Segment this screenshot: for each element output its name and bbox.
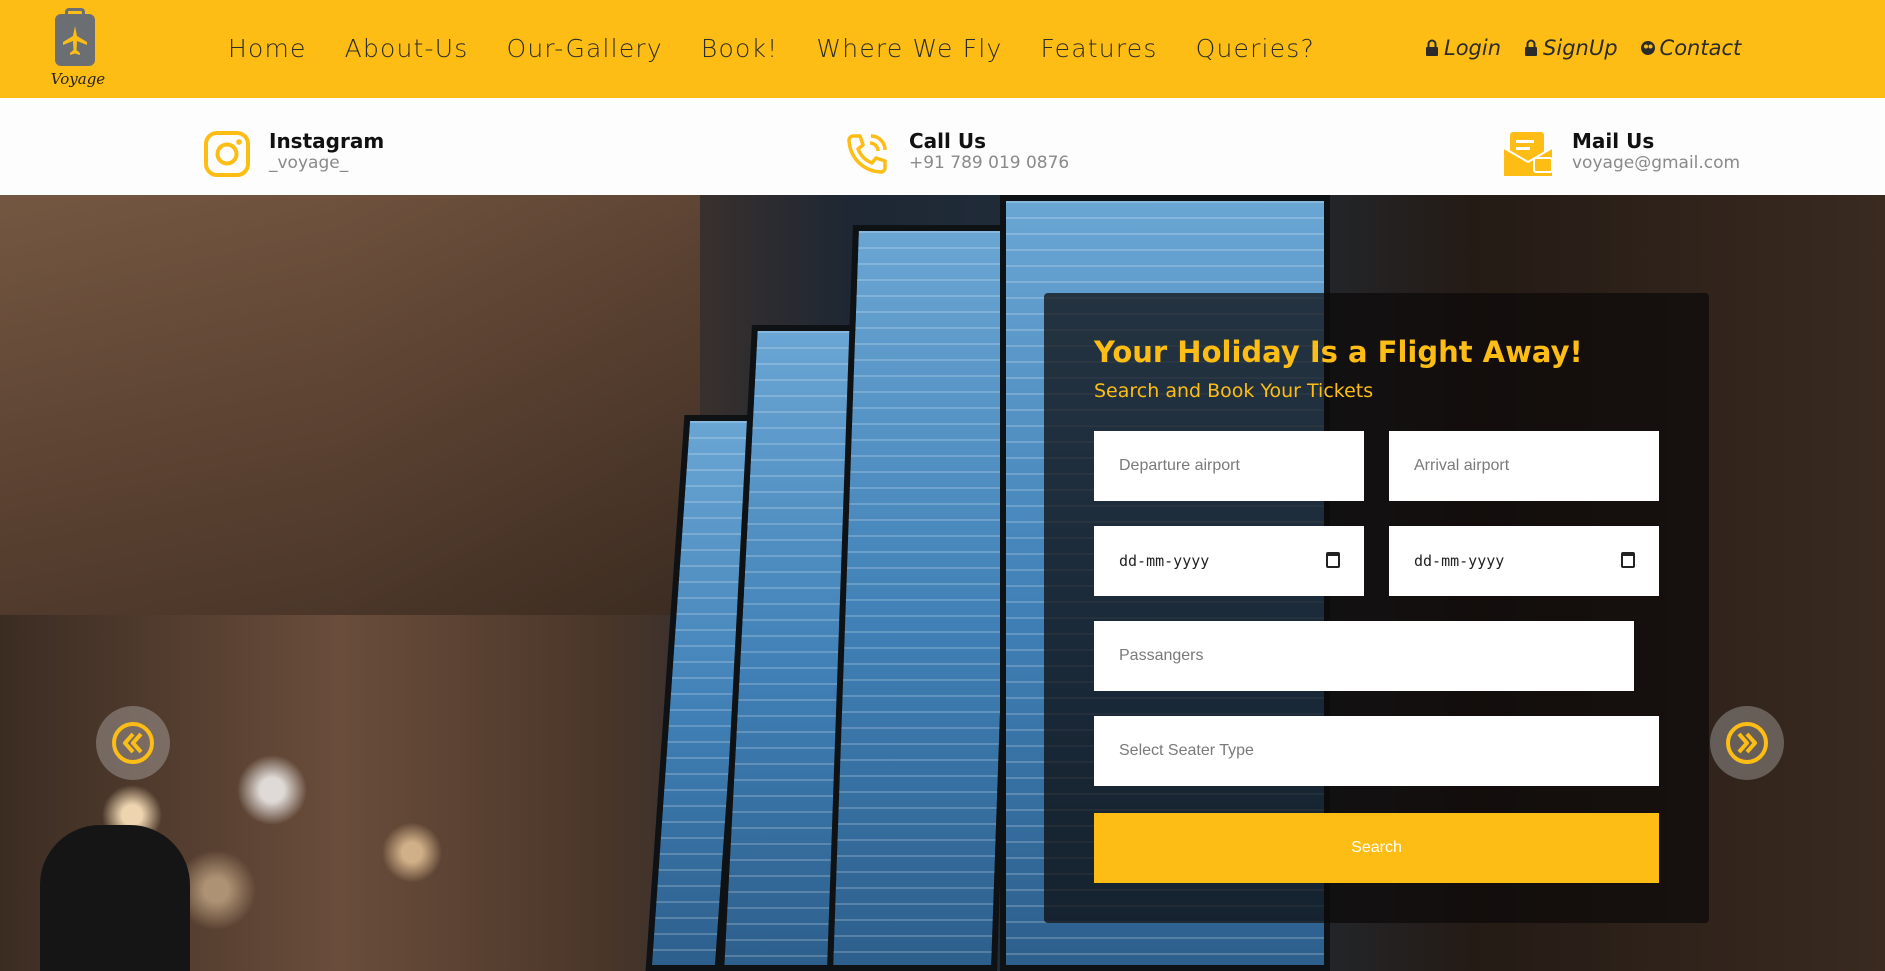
contact-label: Contact xyxy=(1659,36,1742,60)
main-nav: Home About-Us Our-Gallery Book! Where We… xyxy=(228,34,1353,63)
airplane-icon xyxy=(63,26,87,55)
arrivals-board-image xyxy=(826,225,1024,971)
booking-panel: Your Holiday Is a Flight Away! Search an… xyxy=(1044,293,1709,923)
instagram-title: Instagram xyxy=(269,129,385,153)
calendar-icon[interactable] xyxy=(1326,552,1340,568)
carousel-prev-button[interactable] xyxy=(96,706,170,780)
double-chevron-left-icon xyxy=(112,722,154,764)
login-label: Login xyxy=(1444,36,1502,60)
contact-link[interactable]: Contact xyxy=(1640,36,1742,60)
departure-date-input[interactable]: dd-mm-yyyy xyxy=(1094,526,1364,596)
suitcase-icon xyxy=(55,14,95,66)
return-date-input[interactable]: dd-mm-yyyy xyxy=(1389,526,1659,596)
brand-logo[interactable]: Voyage xyxy=(48,8,106,94)
mail-icon xyxy=(1503,132,1553,176)
mail-title: Mail Us xyxy=(1572,129,1655,153)
login-link[interactable]: Login xyxy=(1424,36,1501,60)
mail-address: voyage@gmail.com xyxy=(1572,153,1741,173)
calendar-icon[interactable] xyxy=(1621,552,1635,568)
call-number: +91 789 019 0876 xyxy=(909,153,1070,173)
instagram-icon xyxy=(204,131,250,177)
nav-about-us[interactable]: About-Us xyxy=(345,34,469,63)
passengers-input[interactable]: Passangers xyxy=(1094,621,1634,691)
nav-our-gallery[interactable]: Our-Gallery xyxy=(507,34,663,63)
mail-contact[interactable]: Mail Us voyage@gmail.com xyxy=(1502,130,1740,178)
nav-queries[interactable]: Queries? xyxy=(1196,34,1315,63)
call-title: Call Us xyxy=(909,129,986,153)
hero-ceiling-background xyxy=(0,195,700,615)
double-chevron-right-icon xyxy=(1726,722,1768,764)
nav-where-we-fly[interactable]: Where We Fly xyxy=(816,34,1002,63)
nav-home[interactable]: Home xyxy=(228,34,307,63)
lock-icon xyxy=(1525,39,1538,56)
contact-icon xyxy=(1640,41,1655,55)
departure-date-placeholder: dd-mm-yyyy xyxy=(1119,552,1210,570)
search-button[interactable]: Search xyxy=(1094,813,1659,883)
brand-name: Voyage xyxy=(50,70,106,88)
call-contact[interactable]: Call Us +91 789 019 0876 xyxy=(843,130,1069,178)
instagram-handle: _voyage_ xyxy=(269,153,349,173)
signup-label: SignUp xyxy=(1543,36,1618,60)
signup-link[interactable]: SignUp xyxy=(1523,36,1618,60)
auth-links: Login SignUp Contact xyxy=(1424,36,1763,60)
arrival-airport-input[interactable]: Arrival airport xyxy=(1389,431,1659,501)
nav-features[interactable]: Features xyxy=(1040,34,1157,63)
lock-icon xyxy=(1426,39,1438,56)
seater-type-select[interactable]: Select Seater Type xyxy=(1094,716,1659,786)
nav-book[interactable]: Book! xyxy=(701,34,778,63)
phone-icon xyxy=(847,134,887,174)
booking-subtitle: Search and Book Your Tickets xyxy=(1094,380,1374,402)
instagram-contact[interactable]: Instagram _voyage_ xyxy=(203,130,384,178)
return-date-placeholder: dd-mm-yyyy xyxy=(1414,552,1505,570)
departure-airport-input[interactable]: Departure airport xyxy=(1094,431,1364,501)
carousel-next-button[interactable] xyxy=(1710,706,1784,780)
booking-title: Your Holiday Is a Flight Away! xyxy=(1094,335,1583,369)
traveler-silhouette-image xyxy=(40,825,190,971)
top-navbar: Voyage Home About-Us Our-Gallery Book! W… xyxy=(0,0,1885,98)
